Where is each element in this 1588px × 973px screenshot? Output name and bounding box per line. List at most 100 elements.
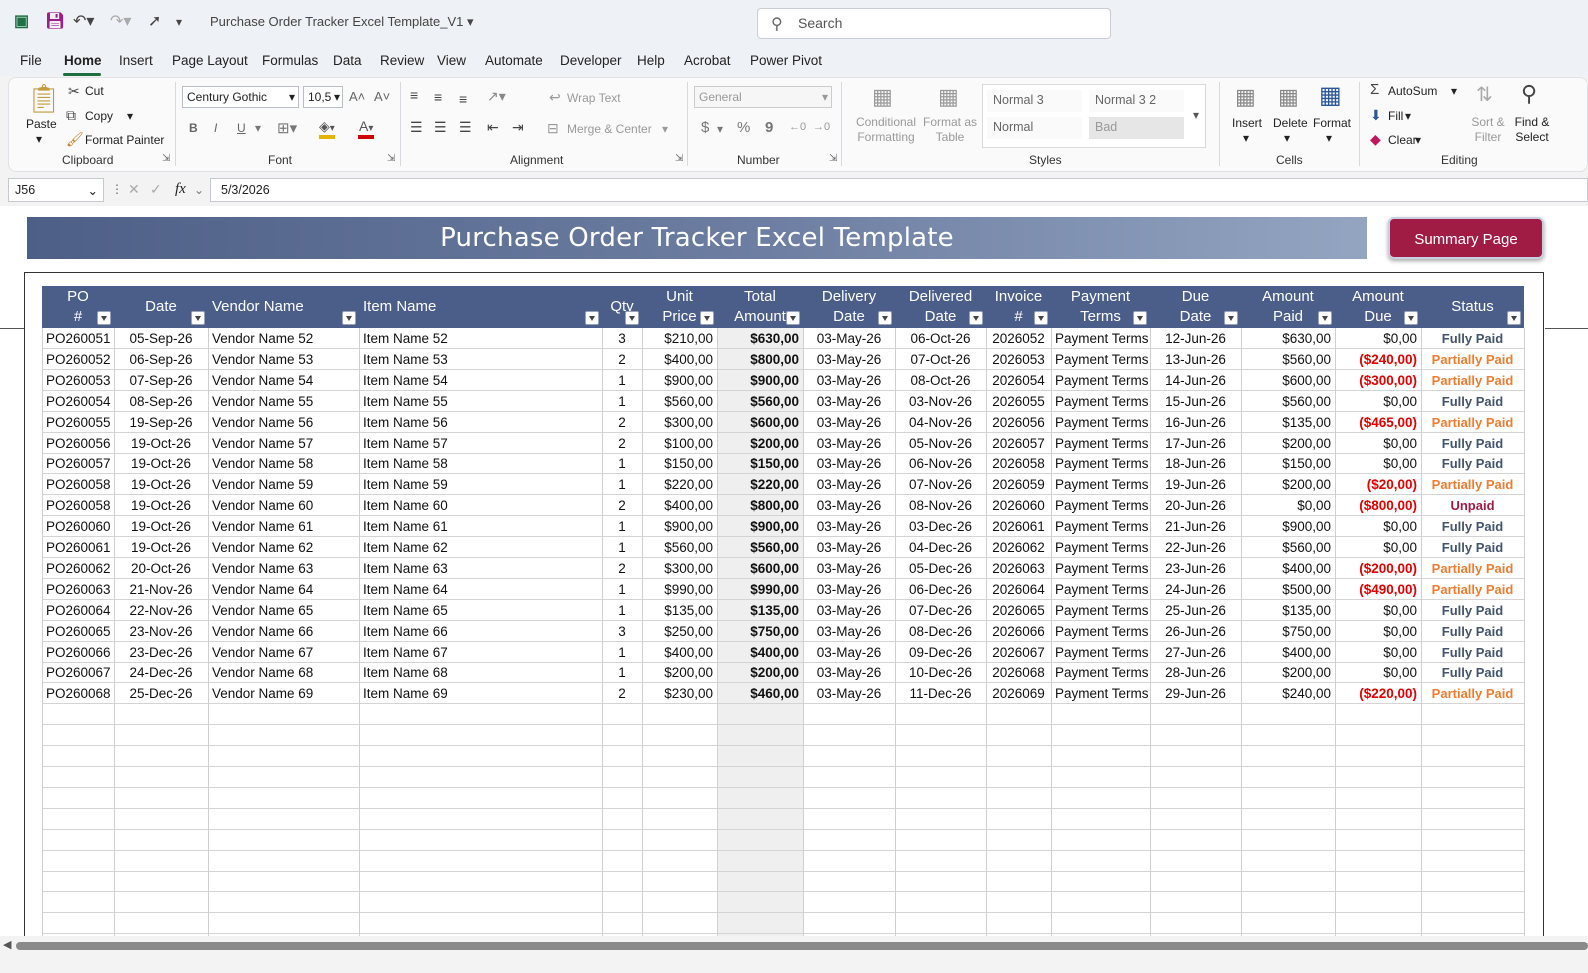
table-cell[interactable]: 08-Dec-26 (895, 621, 986, 642)
align-top-icon[interactable]: ≡ (410, 87, 418, 103)
table-row[interactable]: PO260051 05-Sep-26 Vendor Name 52 Item Name… (42, 328, 1524, 349)
table-cell[interactable]: $0,00 (1335, 328, 1421, 349)
table-cell[interactable]: 2 (602, 495, 642, 516)
table-cell[interactable]: Vendor Name 55 (208, 391, 359, 412)
table-cell[interactable]: 05-Dec-26 (895, 558, 986, 579)
table-cell[interactable]: 2026067 (986, 642, 1051, 663)
table-cell[interactable]: ($240,00) (1335, 349, 1421, 370)
table-cell[interactable]: 19-Oct-26 (114, 495, 208, 516)
clear-dropdown-icon[interactable]: ▾ (1415, 133, 1421, 147)
table-cell[interactable]: 2026053 (986, 349, 1051, 370)
table-cell[interactable]: $560,00 (1241, 349, 1335, 370)
table-cell[interactable]: Fully Paid (1421, 516, 1524, 537)
table-cell[interactable]: 11-Dec-26 (895, 683, 986, 704)
table-cell[interactable]: 2026052 (986, 328, 1051, 349)
table-cell[interactable]: 29-Jun-26 (1150, 683, 1241, 704)
column-header[interactable]: Due Date (1150, 286, 1241, 328)
table-row[interactable]: PO260066 23-Dec-26 Vendor Name 67 Item Name… (42, 642, 1524, 663)
table-cell[interactable]: Fully Paid (1421, 600, 1524, 621)
table-cell[interactable]: 1 (602, 516, 642, 537)
table-cell[interactable]: 19-Oct-26 (114, 474, 208, 495)
table-row[interactable] (42, 767, 1524, 788)
table-cell[interactable]: 03-May-26 (803, 391, 895, 412)
table-cell[interactable]: Item Name 63 (359, 558, 602, 579)
fill-button[interactable]: Fill (1388, 109, 1403, 123)
table-cell[interactable]: $0,00 (1335, 537, 1421, 558)
table-cell[interactable]: $600,00 (1241, 370, 1335, 391)
decrease-font-icon[interactable]: A˅ (374, 89, 390, 104)
table-cell[interactable]: PO260058 (42, 495, 114, 516)
format-as-table-button[interactable]: Format as Table (922, 115, 978, 145)
table-cell[interactable]: Payment Terms (1051, 349, 1150, 370)
table-cell[interactable]: $250,00 (642, 621, 717, 642)
table-cell[interactable]: $630,00 (1241, 328, 1335, 349)
format-dropdown-icon[interactable]: ▾ (1326, 131, 1332, 145)
search-box[interactable]: ⚲ Search (757, 8, 1111, 39)
format-cells-button[interactable]: Format (1313, 116, 1351, 130)
scroll-left-icon[interactable]: ◀ (3, 938, 11, 951)
orientation-icon[interactable]: ↗▾ (487, 88, 506, 104)
alignment-launcher-icon[interactable]: ⇲ (675, 153, 683, 164)
table-cell[interactable]: $400,00 (717, 642, 803, 663)
filter-dropdown-icon[interactable] (700, 311, 714, 325)
table-cell[interactable]: Fully Paid (1421, 433, 1524, 454)
table-cell[interactable]: Vendor Name 58 (208, 453, 359, 474)
table-cell[interactable]: 2026057 (986, 433, 1051, 454)
table-cell[interactable]: 03-Nov-26 (895, 391, 986, 412)
table-row[interactable]: PO260058 19-Oct-26 Vendor Name 59 Item Name… (42, 474, 1524, 496)
table-cell[interactable]: Fully Paid (1421, 328, 1524, 349)
table-cell[interactable]: 03-May-26 (803, 453, 895, 474)
bold-button[interactable]: B (189, 121, 198, 135)
column-header[interactable]: Total Amount (717, 286, 803, 328)
table-cell[interactable]: Payment Terms (1051, 474, 1150, 495)
table-cell[interactable]: $150,00 (642, 453, 717, 474)
table-row[interactable]: PO260065 23-Nov-26 Vendor Name 66 Item Name… (42, 621, 1524, 642)
borders-icon[interactable]: ⊞▾ (277, 119, 297, 137)
table-cell[interactable]: $220,00 (717, 474, 803, 495)
table-cell[interactable]: 27-Jun-26 (1150, 642, 1241, 663)
table-row[interactable] (42, 809, 1524, 830)
table-cell[interactable]: Payment Terms (1051, 621, 1150, 642)
style-normal-3-2[interactable]: Normal 3 2 (1089, 90, 1184, 112)
table-cell[interactable]: 22-Nov-26 (114, 600, 208, 621)
table-cell[interactable]: $100,00 (642, 433, 717, 454)
tab-insert[interactable]: Insert (119, 53, 153, 68)
format-painter-button[interactable]: Format Painter (85, 133, 164, 147)
column-header[interactable]: Unit Price (642, 286, 717, 328)
table-cell[interactable]: 13-Jun-26 (1150, 349, 1241, 370)
table-cell[interactable]: $0,00 (1335, 621, 1421, 642)
table-cell[interactable]: $500,00 (1241, 579, 1335, 600)
table-cell[interactable]: Item Name 67 (359, 642, 602, 663)
table-cell[interactable]: Item Name 59 (359, 474, 602, 495)
filter-dropdown-icon[interactable] (191, 311, 205, 325)
tab-automate[interactable]: Automate (485, 53, 543, 68)
table-cell[interactable]: 17-Jun-26 (1150, 433, 1241, 454)
table-cell[interactable]: $135,00 (717, 600, 803, 621)
table-cell[interactable]: 21-Jun-26 (1150, 516, 1241, 537)
styles-more-icon[interactable]: ▾ (1193, 108, 1199, 122)
column-header[interactable]: Invoice # (986, 286, 1051, 328)
underline-dropdown-icon[interactable]: ▾ (255, 121, 261, 135)
table-cell[interactable]: $800,00 (717, 349, 803, 370)
table-cell[interactable]: 03-May-26 (803, 328, 895, 349)
table-cell[interactable]: Payment Terms (1051, 683, 1150, 704)
clear-button[interactable]: Clear (1388, 133, 1417, 147)
table-cell[interactable]: ($800,00) (1335, 495, 1421, 516)
underline-button[interactable]: U (237, 121, 246, 135)
table-cell[interactable]: PO260068 (42, 683, 114, 704)
table-cell[interactable]: Partially Paid (1421, 558, 1524, 579)
document-title[interactable]: Purchase Order Tracker Excel Template_V1… (210, 11, 474, 33)
tab-acrobat[interactable]: Acrobat (684, 53, 731, 68)
table-cell[interactable]: 07-Sep-26 (114, 370, 208, 391)
table-cell[interactable]: 07-Nov-26 (895, 474, 986, 495)
insert-dropdown-icon[interactable]: ▾ (1243, 131, 1249, 145)
font-name-select[interactable]: Century Gothic ▾ (182, 86, 299, 108)
table-cell[interactable]: $200,00 (717, 433, 803, 454)
table-cell[interactable]: Fully Paid (1421, 391, 1524, 412)
paste-icon[interactable]: 📋︎ (26, 84, 62, 114)
autosum-button[interactable]: AutoSum (1388, 84, 1437, 98)
table-cell[interactable]: Payment Terms (1051, 328, 1150, 349)
fill-color-icon[interactable]: ◈▾ (319, 118, 335, 135)
table-cell[interactable]: $200,00 (642, 662, 717, 683)
table-cell[interactable]: 2 (602, 412, 642, 433)
